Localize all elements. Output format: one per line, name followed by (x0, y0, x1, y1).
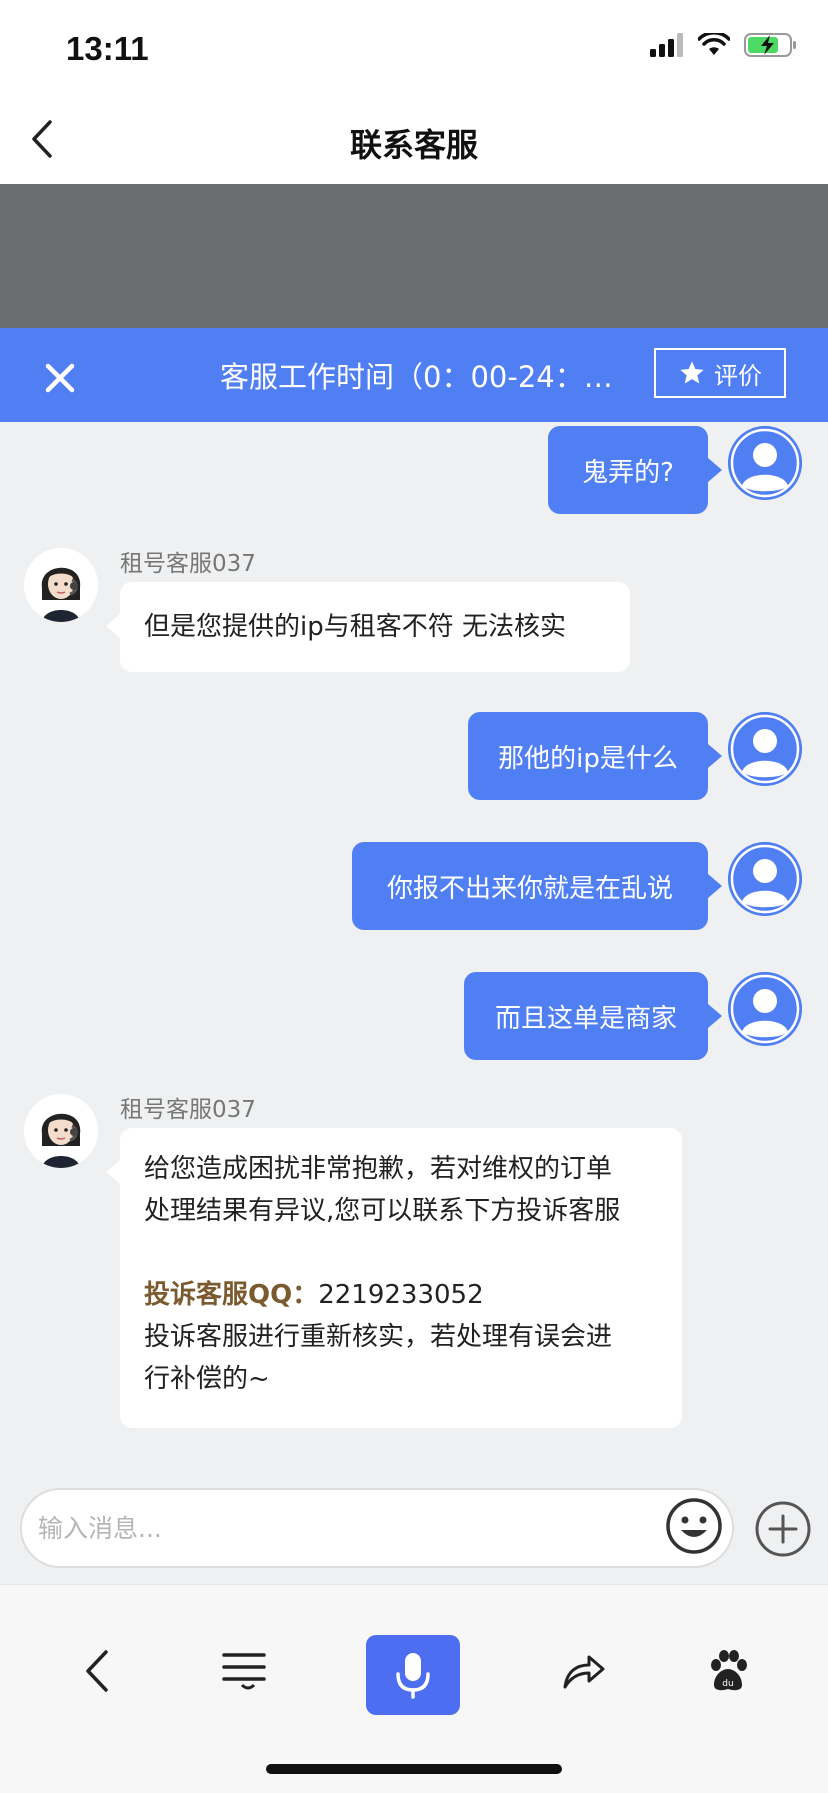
status-time: 13:11 (66, 30, 149, 67)
user-avatar[interactable] (728, 972, 802, 1046)
user-avatar[interactable] (728, 842, 802, 916)
toolbar-menu-button[interactable] (210, 1637, 278, 1705)
qq-label: 投诉客服QQ： (144, 1280, 319, 1310)
microphone-icon (396, 1653, 430, 1699)
user-icon (728, 972, 802, 1046)
user-message-bubble: 鬼弄的? (548, 426, 722, 514)
message-line: 给您造成困扰非常抱歉，若对维权的订单 (144, 1154, 613, 1184)
user-message-bubble: 而且这单是商家 (464, 972, 722, 1060)
user-avatar[interactable] (728, 426, 802, 500)
toolbar-baidu-button[interactable]: du (694, 1637, 762, 1705)
share-icon (563, 1655, 605, 1689)
qq-contact-line: 投诉客服QQ：2219233052 (144, 1274, 658, 1316)
message-text: 鬼弄的? (582, 457, 674, 488)
rate-label: 评价 (714, 361, 762, 390)
nav-bar: 联系客服 (0, 100, 828, 184)
qq-number[interactable]: 2219233052 (318, 1280, 483, 1310)
chevron-left-icon (86, 1650, 108, 1692)
toolbar-share-button[interactable] (550, 1637, 618, 1705)
message-line: 投诉客服进行重新核实，若处理有误会进 (144, 1322, 613, 1352)
service-hours-bar: 客服工作时间（0：00-24：00） 评价 (0, 328, 828, 422)
browser-toolbar: du (0, 1584, 828, 1793)
status-icons (650, 32, 798, 58)
baidu-paw-icon: du (711, 1650, 747, 1691)
message-line: 行补偿的~ (144, 1364, 270, 1394)
signal-icon (650, 33, 683, 57)
service-hours-text: 客服工作时间（0：00-24：00） (220, 360, 620, 394)
voice-search-button[interactable] (366, 1635, 460, 1715)
user-avatar[interactable] (728, 712, 802, 786)
user-icon (728, 842, 802, 916)
toolbar-back-button[interactable] (64, 1637, 132, 1705)
agent-avatar[interactable] (24, 548, 98, 622)
agent-avatar-icon (24, 1094, 98, 1168)
plus-circle-icon[interactable] (754, 1500, 812, 1558)
message-input-area (0, 1472, 828, 1584)
wifi-icon (698, 33, 730, 55)
chat-area[interactable]: 鬼弄的? 租号客服037 但是您提供的ip与租客不符 无法核实 那他的ip是什么… (0, 422, 828, 1472)
close-icon[interactable] (40, 358, 80, 398)
agent-name: 租号客服037 (120, 1097, 256, 1123)
agent-avatar-icon (24, 548, 98, 622)
page-title: 联系客服 (349, 126, 478, 164)
user-message-bubble: 你报不出来你就是在乱说 (352, 842, 722, 930)
star-icon (680, 361, 704, 384)
message-text: 而且这单是商家 (494, 1003, 677, 1034)
battery-charging-icon (744, 33, 796, 57)
message-text: 那他的ip是什么 (498, 743, 678, 774)
message-text: 但是您提供的ip与租客不符 无法核实 (144, 612, 566, 642)
menu-lines-icon (222, 1653, 266, 1690)
agent-name: 租号客服037 (120, 551, 256, 577)
banner-placeholder (0, 184, 828, 328)
user-icon (728, 426, 802, 500)
agent-message-bubble: 但是您提供的ip与租客不符 无法核实 (106, 582, 630, 672)
user-icon (728, 712, 802, 786)
home-indicator (266, 1764, 562, 1774)
message-input[interactable] (20, 1488, 734, 1568)
message-spacer (144, 1232, 658, 1274)
agent-message-bubble: 给您造成困扰非常抱歉，若对维权的订单 处理结果有异议,您可以联系下方投诉客服 投… (106, 1128, 682, 1428)
message-line: 处理结果有异议,您可以联系下方投诉客服 (144, 1196, 621, 1226)
svg-text:du: du (722, 1679, 733, 1689)
agent-avatar[interactable] (24, 1094, 98, 1168)
rate-button[interactable]: 评价 (654, 348, 786, 398)
message-text: 你报不出来你就是在乱说 (386, 873, 673, 904)
user-message-bubble: 那他的ip是什么 (468, 712, 722, 800)
status-bar: 13:11 (0, 0, 828, 100)
smiley-icon[interactable] (664, 1496, 724, 1556)
